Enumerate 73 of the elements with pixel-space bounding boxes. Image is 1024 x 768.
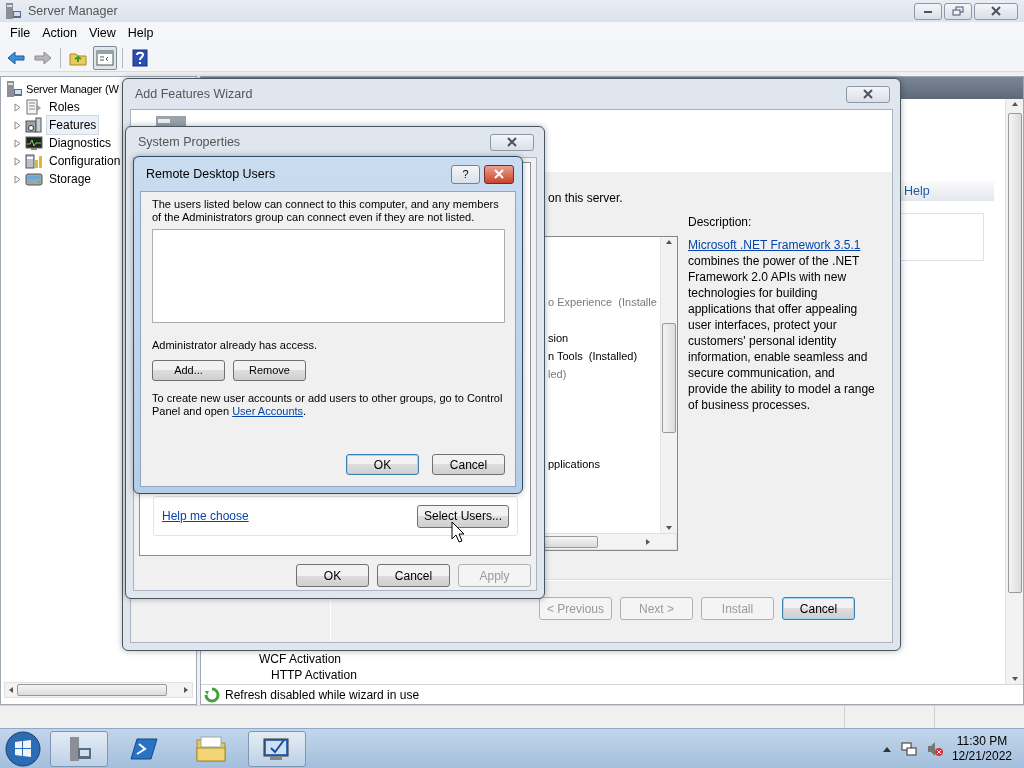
vertical-scrollbar[interactable] (660, 237, 677, 533)
close-icon (990, 6, 1002, 16)
restore-button[interactable] (944, 2, 972, 20)
close-icon (493, 169, 505, 179)
description-label: Description: (688, 214, 753, 231)
forward-arrow-icon (34, 50, 52, 65)
status-text: Refresh disabled while wizard in use (225, 686, 420, 704)
minimize-button[interactable] (914, 2, 942, 20)
monitor-icon (25, 134, 43, 152)
close-button[interactable] (974, 2, 1018, 20)
close-button[interactable] (490, 133, 534, 151)
network-icon[interactable] (899, 739, 918, 758)
folder-icon (195, 733, 227, 764)
accounts-note: To create new user accounts or add users to other groups, go to Control Panel and open User Accounts. (152, 392, 504, 418)
feature-item[interactable]: sion (542, 329, 569, 347)
menu-item[interactable]: Action (36, 23, 83, 43)
tree-item[interactable]: Features (46, 115, 100, 135)
server-icon (4, 2, 22, 20)
refresh-icon (204, 686, 220, 703)
list-row-text: HTTP Activation (270, 667, 358, 682)
taskbar-button[interactable] (50, 730, 108, 767)
box-icon (25, 116, 43, 134)
tree-item[interactable]: Configuration (46, 151, 124, 171)
description-link[interactable]: Microsoft .NET Framework 3.5.1 (688, 238, 861, 252)
list-row-text: WCF Activation (258, 651, 343, 666)
show-pane-button[interactable] (93, 45, 117, 70)
feature-item[interactable]: n Tools (Installed) (542, 347, 638, 365)
window-title: Add Features Wizard (135, 85, 253, 103)
select-users-button[interactable]: Select Users... (417, 504, 509, 528)
help-icon (132, 48, 148, 67)
dialog-button[interactable]: OK (296, 564, 369, 587)
help-link[interactable]: Help me choose (162, 507, 249, 525)
pane-icon (96, 49, 114, 66)
window-title: Remote Desktop Users (146, 165, 276, 183)
horizontal-scrollbar[interactable] (4, 682, 193, 698)
access-note: Administrator already has access. (152, 339, 319, 352)
tree-item[interactable]: Diagnostics (46, 133, 115, 153)
dialog-button[interactable]: Cancel (432, 454, 505, 475)
menu-item[interactable]: Help (121, 23, 160, 43)
intro-text: The users listed below can connect to this computer, and any members of the Administrators group can connect even if they are not listed. (152, 198, 500, 224)
menu-item[interactable]: View (82, 23, 122, 43)
intro-text: on this server. (548, 190, 623, 207)
back-arrow-icon (7, 50, 25, 65)
window-title: Server Manager (28, 2, 118, 20)
list-button[interactable]: Remove (233, 360, 306, 381)
close-icon (506, 137, 518, 147)
tools-icon (25, 152, 43, 170)
taskbar-button[interactable] (248, 730, 306, 767)
cursor-icon (451, 521, 465, 543)
clock-date[interactable]: 12/21/2022 (951, 748, 1012, 764)
close-button[interactable] (484, 164, 514, 184)
vertical-scrollbar[interactable] (1005, 99, 1023, 684)
server-icon (5, 80, 23, 98)
restore-icon (952, 6, 964, 16)
dialog-button[interactable]: OK (346, 454, 419, 475)
tree-item[interactable]: Storage (46, 169, 95, 189)
close-icon (862, 89, 874, 99)
horizontal-scrollbar[interactable] (542, 533, 677, 550)
clock-time[interactable]: 11:30 PM (951, 733, 1012, 749)
help-button[interactable]: ? (451, 164, 480, 184)
menu-item[interactable]: File (4, 23, 37, 43)
feature-item[interactable]: pplications (542, 455, 600, 473)
window-title: System Properties (138, 133, 241, 151)
close-button[interactable] (846, 85, 890, 103)
wizard-button[interactable]: Cancel (782, 597, 855, 620)
description-text: Microsoft .NET Framework 3.5.1 combines the power of the .NET Framework 2.0 APIs with new technologies for building applications that offer appealing user interfaces, protect your customers' personal identity information, enable seamless and secure communication, and provide the ability to model a range of business processes. (688, 237, 876, 413)
document-icon (25, 98, 43, 116)
dialog-button[interactable]: Cancel (377, 564, 450, 587)
list-button[interactable]: Add... (152, 360, 225, 381)
tree-item[interactable]: Roles (46, 97, 83, 117)
tree-item[interactable]: Server Manager (W (24, 79, 121, 99)
minimize-icon (923, 8, 933, 14)
start-button[interactable] (4, 729, 42, 768)
